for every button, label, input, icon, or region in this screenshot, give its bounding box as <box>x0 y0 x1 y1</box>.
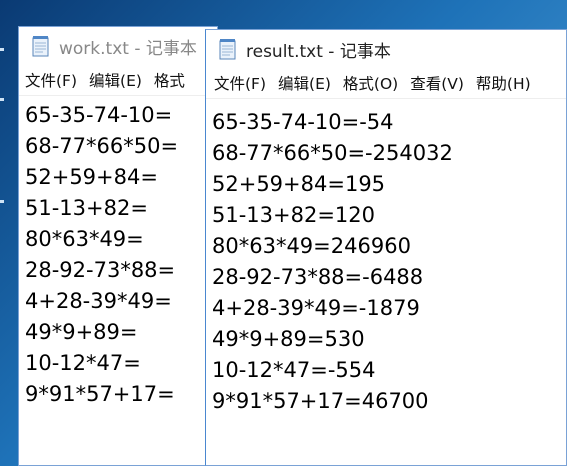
text-line: 49*9+89=530 <box>212 327 365 351</box>
desktop-edge-mark <box>0 48 4 51</box>
text-line: 65-35-74-10= <box>25 103 173 127</box>
result-menu-edit[interactable]: 编辑(E) <box>272 72 337 94</box>
text-line: 4+28-39*49=-1879 <box>212 296 420 320</box>
result-text-area[interactable]: 65-35-74-10=-54 68-77*66*50=-254032 52+5… <box>206 99 566 465</box>
work-text-area[interactable]: 65-35-74-10= 68-77*66*50= 52+59+84= 51-1… <box>19 96 217 465</box>
text-line: 49*9+89= <box>25 320 138 344</box>
text-line: 28-92-73*88=-6488 <box>212 265 424 289</box>
text-line: 65-35-74-10=-54 <box>212 110 394 134</box>
result-notepad-window[interactable]: result.txt - 记事本 文件(F) 编辑(E) 格式(O) 查看(V)… <box>205 29 567 466</box>
desktop-edge-mark <box>0 200 4 203</box>
notepad-icon <box>218 38 238 60</box>
desktop-edge <box>0 0 18 466</box>
text-line: 28-92-73*88= <box>25 258 176 282</box>
text-line: 68-77*66*50= <box>25 134 179 158</box>
work-titlebar[interactable]: work.txt - 记事本 <box>19 27 217 65</box>
text-line: 10-12*47= <box>25 351 141 375</box>
result-titlebar[interactable]: result.txt - 记事本 <box>206 30 566 68</box>
result-menu-format[interactable]: 格式(O) <box>337 72 404 94</box>
text-line: 10-12*47=-554 <box>212 358 376 382</box>
desktop-edge-mark <box>0 98 4 101</box>
result-window-title: result.txt - 记事本 <box>246 41 391 62</box>
work-menu-file[interactable]: 文件(F) <box>19 69 83 91</box>
text-line: 80*63*49=246960 <box>212 234 411 258</box>
text-line: 80*63*49= <box>25 227 144 251</box>
result-menu-view[interactable]: 查看(V) <box>404 72 470 94</box>
text-line: 9*91*57+17= <box>25 382 175 406</box>
work-menubar: 文件(F) 编辑(E) 格式 <box>19 65 217 96</box>
result-menu-help[interactable]: 帮助(H) <box>470 72 537 94</box>
result-menubar: 文件(F) 编辑(E) 格式(O) 查看(V) 帮助(H) <box>206 68 566 99</box>
text-line: 68-77*66*50=-254032 <box>212 141 453 165</box>
notepad-icon <box>31 35 51 57</box>
text-line: 52+59+84=195 <box>212 172 386 196</box>
work-menu-edit[interactable]: 编辑(E) <box>83 69 148 91</box>
text-line: 9*91*57+17=46700 <box>212 389 429 413</box>
text-line: 51-13+82=120 <box>212 203 376 227</box>
work-menu-format[interactable]: 格式 <box>148 69 191 91</box>
result-menu-file[interactable]: 文件(F) <box>206 72 272 94</box>
text-line: 51-13+82= <box>25 196 148 220</box>
work-notepad-window[interactable]: work.txt - 记事本 文件(F) 编辑(E) 格式 65-35-74-1… <box>18 26 218 466</box>
text-line: 52+59+84= <box>25 165 158 189</box>
work-window-title: work.txt - 记事本 <box>59 38 197 59</box>
text-line: 4+28-39*49= <box>25 289 172 313</box>
